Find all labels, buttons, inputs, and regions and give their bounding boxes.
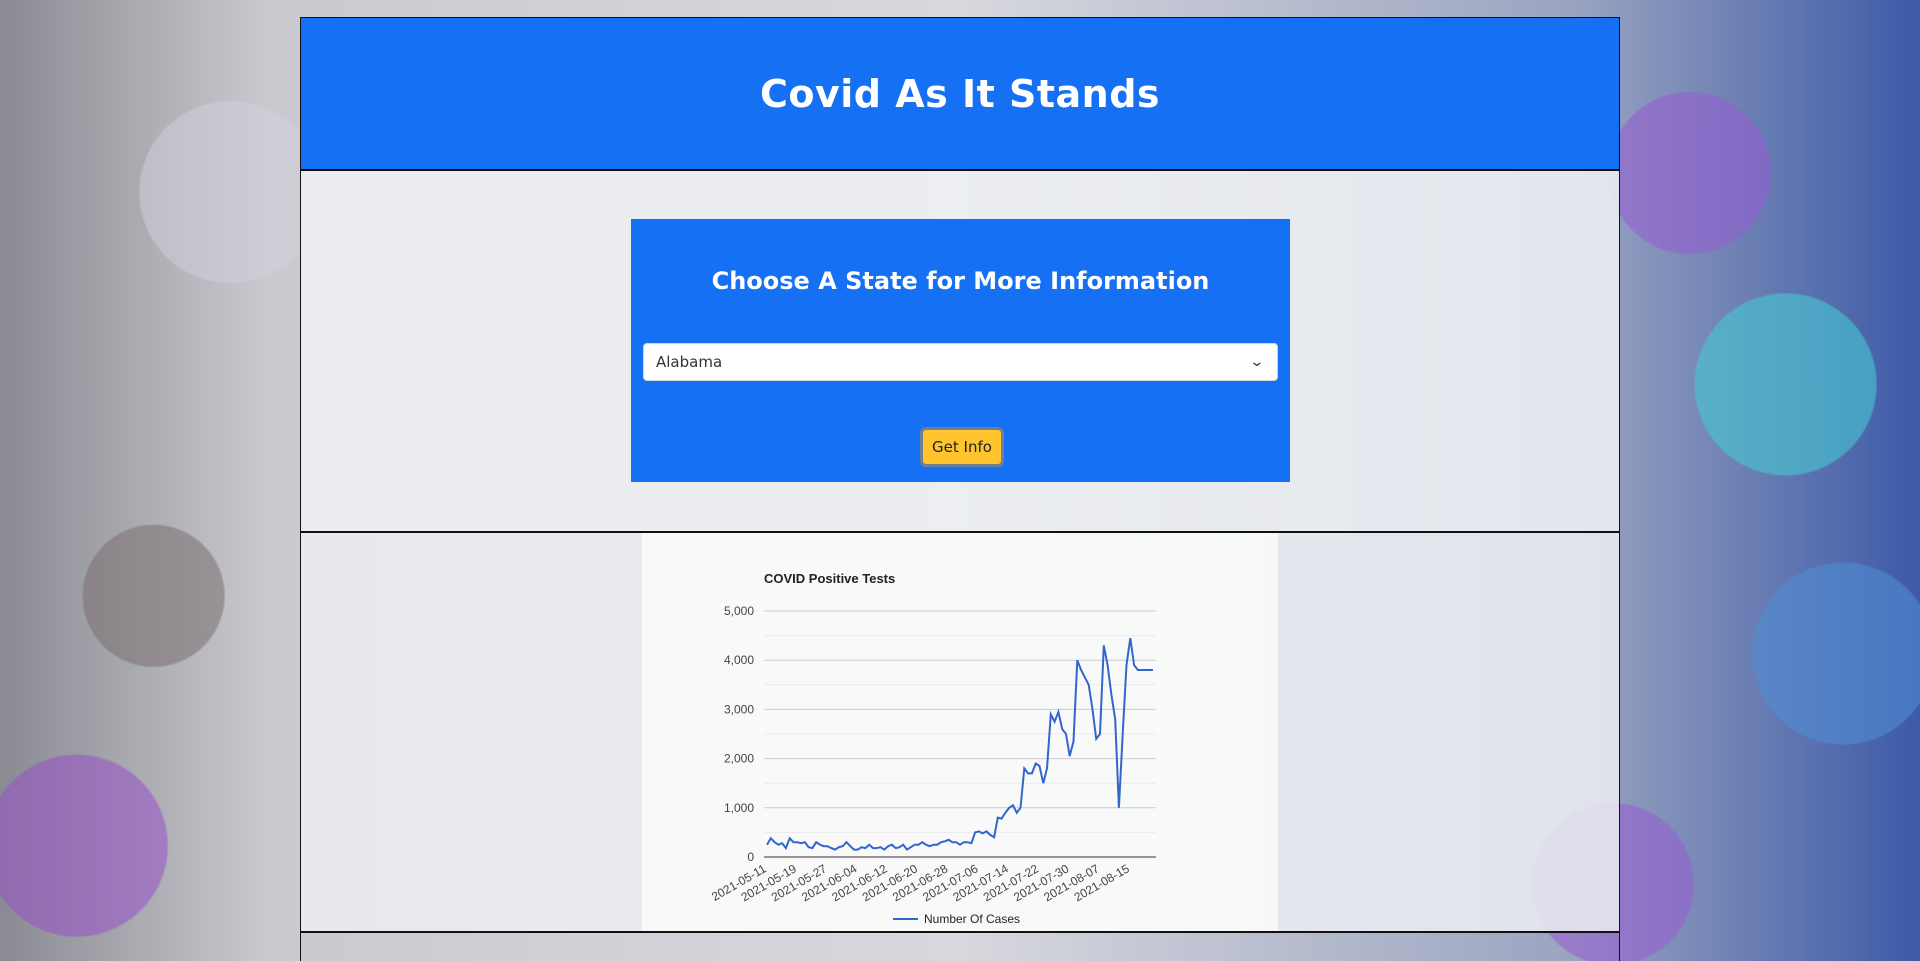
y-tick-label: 2,000 (724, 752, 754, 766)
state-selector-card: Choose A State for More Information Alab… (631, 219, 1290, 482)
covid-positive-tests-chart: COVID Positive Tests 0 1,000 2,000 3,000 4,0… (709, 571, 1156, 926)
y-tick-label: 5,000 (724, 604, 754, 618)
page-container: Covid As It Stands Choose A State for Mo… (300, 17, 1620, 961)
state-dropdown[interactable]: Alabama ⌄ (643, 343, 1278, 381)
y-tick-label: 3,000 (724, 702, 754, 716)
get-info-button[interactable]: Get Info (920, 427, 1004, 467)
series-line-number-of-cases (766, 637, 1153, 851)
chart-card: COVID Positive Tests 0 1,000 2,000 3,000 4,0… (642, 533, 1278, 931)
legend: Number Of Cases (893, 912, 1020, 926)
selector-heading: Choose A State for More Information (711, 267, 1210, 295)
y-tick-label: 1,000 (724, 801, 754, 815)
header-banner: Covid As It Stands (301, 18, 1619, 171)
y-tick-label: 0 (747, 850, 754, 864)
page-title: Covid As It Stands (759, 71, 1161, 116)
chart-section: COVID Positive Tests 0 1,000 2,000 3,000 4,0… (301, 533, 1619, 933)
y-tick-label: 4,000 (724, 653, 754, 667)
legend-label: Number Of Cases (924, 912, 1020, 926)
state-selector-section: Choose A State for More Information Alab… (301, 171, 1619, 533)
chevron-down-icon: ⌄ (1249, 354, 1265, 370)
chart-title: COVID Positive Tests (764, 571, 895, 586)
state-dropdown-value: Alabama (656, 353, 723, 371)
